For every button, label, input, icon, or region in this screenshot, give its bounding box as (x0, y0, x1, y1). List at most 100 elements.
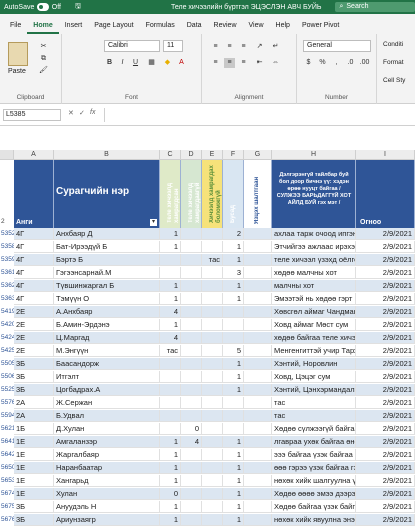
autosave-toggle[interactable] (37, 3, 49, 11)
table-cell-d[interactable] (181, 462, 202, 474)
table-cell-h[interactable]: теле хичээл үзэхд оёлгох (272, 254, 356, 266)
table-cell-h[interactable]: малчны хот (272, 280, 356, 292)
table-cell-i[interactable]: 2/9/2021 (356, 384, 415, 396)
table-cell-f[interactable]: 1 (223, 241, 244, 253)
table-cell-f[interactable] (223, 397, 244, 409)
table-cell-e[interactable] (202, 449, 223, 461)
table-cell-a[interactable]: 3Б (14, 501, 54, 513)
table-cell-d[interactable] (181, 501, 202, 513)
table-cell-c[interactable]: 1 (160, 280, 181, 292)
table-cell-e[interactable] (202, 475, 223, 487)
tab-data[interactable]: Data (181, 22, 208, 34)
table-cell-a[interactable]: 4Г (14, 280, 54, 292)
table-cell-d[interactable] (181, 358, 202, 370)
table-cell-f[interactable]: 1 (223, 475, 244, 487)
table-cell-b[interactable]: Бэртэ Б (54, 254, 160, 266)
search-box[interactable]: ⌕ Search (335, 2, 415, 12)
table-cell-g[interactable] (244, 319, 272, 331)
fx-icon[interactable]: fx (90, 109, 95, 116)
tab-file[interactable]: File (4, 22, 27, 34)
table-cell-a[interactable]: 1Е (14, 475, 54, 487)
row-number[interactable]: 5642 (0, 449, 15, 461)
table-cell-a[interactable]: 2Е (14, 319, 54, 331)
row-number[interactable]: 5358 (0, 241, 15, 253)
table-cell-g[interactable] (244, 267, 272, 279)
table-cell-a[interactable]: 1Е (14, 462, 54, 474)
header-cell-c[interactable]: Теле хичээлд хамрагдсан (160, 160, 181, 228)
align-top-icon[interactable]: ≡ (210, 42, 221, 52)
row-number[interactable]: 5621 (0, 423, 15, 435)
table-cell-g[interactable] (244, 228, 272, 240)
row-number[interactable]: 5363 (0, 293, 15, 305)
row-number[interactable]: 5506 (0, 371, 15, 383)
row-number[interactable]: 5359 (0, 254, 15, 266)
table-cell-g[interactable] (244, 306, 272, 318)
table-cell-d[interactable] (181, 306, 202, 318)
table-cell-c[interactable]: 1 (160, 241, 181, 253)
table-cell-f[interactable]: 1 (223, 384, 244, 396)
table-cell-a[interactable]: 3Б (14, 371, 54, 383)
table-cell-f[interactable]: 1 (223, 358, 244, 370)
table-cell-g[interactable] (244, 410, 272, 422)
table-cell-b[interactable]: Д.Хулан (54, 423, 160, 435)
table-cell-c[interactable] (160, 358, 181, 370)
row-number[interactable]: 5641 (0, 436, 15, 448)
header-cell-d[interactable]: Теле хичээлд хамрагдаагүй (181, 160, 202, 228)
table-cell-f[interactable]: 1 (223, 488, 244, 500)
table-cell-h[interactable]: Ховд, Цэцэг сум (272, 371, 356, 383)
cell-styles-button[interactable]: Cell Sty (383, 77, 405, 84)
row-number[interactable]: 5424 (0, 332, 15, 344)
table-cell-d[interactable] (181, 280, 202, 292)
table-cell-c[interactable] (160, 267, 181, 279)
paste-button[interactable]: Paste (8, 68, 26, 75)
table-cell-f[interactable]: 1 (223, 514, 244, 526)
table-cell-g[interactable] (244, 436, 272, 448)
table-cell-d[interactable] (181, 345, 202, 357)
table-cell-b[interactable]: Анхбаяр Д (54, 228, 160, 240)
select-all-corner[interactable] (0, 150, 14, 160)
tab-review[interactable]: Review (208, 22, 243, 34)
table-cell-h[interactable]: эээ байгаа үзэк байгаа 5 дахь бүр (272, 449, 356, 461)
table-cell-g[interactable] (244, 358, 272, 370)
table-cell-e[interactable]: тас (202, 254, 223, 266)
header-cell-i[interactable]: Огноо (356, 160, 415, 228)
table-cell-i[interactable]: 2/9/2021 (356, 410, 415, 422)
table-cell-f[interactable]: 1 (223, 293, 244, 305)
table-cell-f[interactable] (223, 332, 244, 344)
table-cell-d[interactable] (181, 254, 202, 266)
table-cell-b[interactable]: Б.Амин-Эрдэнэ (54, 319, 160, 331)
table-cell-c[interactable] (160, 423, 181, 435)
table-cell-b[interactable]: Тэмүүн О (54, 293, 160, 305)
formula-input[interactable] (104, 108, 412, 122)
table-cell-c[interactable]: 1 (160, 501, 181, 513)
col-header-b[interactable]: B (54, 150, 160, 160)
table-cell-e[interactable] (202, 410, 223, 422)
header-cell-e[interactable]: Хичээлд хамрагдах боломжгүй (202, 160, 223, 228)
tab-formulas[interactable]: Formulas (140, 22, 181, 34)
table-cell-c[interactable] (160, 410, 181, 422)
table-cell-i[interactable]: 2/9/2021 (356, 293, 415, 305)
table-cell-a[interactable]: 1Б (14, 423, 54, 435)
row-number[interactable]: 5420 (0, 319, 15, 331)
col-header-g[interactable]: G (244, 150, 272, 160)
table-cell-i[interactable]: 2/9/2021 (356, 397, 415, 409)
row-number[interactable]: 5525 (0, 384, 15, 396)
table-cell-g[interactable] (244, 280, 272, 292)
table-cell-a[interactable]: 1Е (14, 488, 54, 500)
tab-insert[interactable]: Insert (59, 22, 89, 34)
table-cell-e[interactable] (202, 397, 223, 409)
table-cell-a[interactable]: 4Г (14, 254, 54, 266)
table-cell-e[interactable] (202, 488, 223, 500)
col-header-c[interactable]: C (160, 150, 181, 160)
table-cell-b[interactable]: Ж.Сержан (54, 397, 160, 409)
table-cell-i[interactable]: 2/9/2021 (356, 514, 415, 526)
table-cell-a[interactable]: 1Е (14, 449, 54, 461)
font-color-icon[interactable]: A (176, 58, 187, 68)
tab-home[interactable]: Home (27, 22, 59, 34)
table-cell-d[interactable] (181, 475, 202, 487)
table-cell-b[interactable]: Хангарьд (54, 475, 160, 487)
table-cell-e[interactable] (202, 319, 223, 331)
table-cell-a[interactable]: 2А (14, 397, 54, 409)
table-cell-f[interactable] (223, 319, 244, 331)
row-number[interactable]: 5674 (0, 488, 15, 500)
